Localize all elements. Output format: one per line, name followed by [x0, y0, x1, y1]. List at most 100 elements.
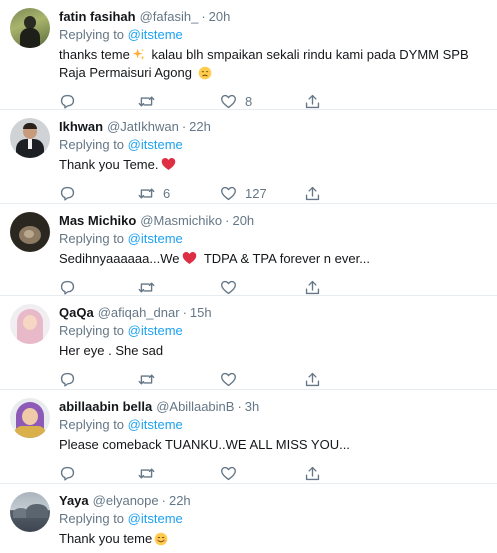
- username[interactable]: @afiqah_dnar: [98, 304, 180, 322]
- reply-button[interactable]: [59, 279, 138, 296]
- replying-label: Replying to: [59, 231, 125, 246]
- avatar[interactable]: [10, 304, 50, 344]
- like-button[interactable]: 8: [220, 93, 304, 110]
- mention-link[interactable]: @itsteme: [128, 417, 183, 432]
- disappointed-face-emoji: [198, 66, 211, 80]
- retweet-button[interactable]: 6: [138, 185, 220, 202]
- display-name[interactable]: abillaabin bella: [59, 398, 152, 416]
- tweet[interactable]: fatin fasihah @fafasih_ · 20h Replying t…: [0, 0, 497, 110]
- like-button[interactable]: [220, 279, 304, 296]
- mention-link[interactable]: @itsteme: [128, 511, 183, 526]
- mention-link[interactable]: @itsteme: [128, 323, 183, 338]
- separator-dot: ·: [201, 9, 206, 24]
- tweet[interactable]: Yaya @elyanope · 22h Replying to @itstem…: [0, 484, 497, 553]
- tweet-text: Thank you Teme.: [59, 156, 485, 174]
- share-icon: [305, 94, 320, 108]
- username[interactable]: @JatIkhwan: [107, 118, 179, 136]
- retweet-icon: [138, 374, 155, 384]
- display-name[interactable]: Mas Michiko: [59, 212, 136, 230]
- display-name[interactable]: Yaya: [59, 492, 89, 510]
- heart-icon: [221, 372, 236, 386]
- replying-to: Replying to @itsteme: [59, 416, 485, 434]
- separator-dot: ·: [161, 493, 166, 508]
- retweet-button[interactable]: [138, 93, 220, 110]
- reply-icon: [60, 466, 75, 481]
- display-name[interactable]: fatin fasihah: [59, 8, 136, 26]
- reply-feed: fatin fasihah @fafasih_ · 20h Replying t…: [0, 0, 497, 553]
- retweet-button[interactable]: [138, 371, 220, 388]
- replying-to: Replying to @itsteme: [59, 136, 485, 154]
- replying-to: Replying to @itsteme: [59, 322, 485, 340]
- timestamp[interactable]: 3h: [245, 398, 259, 416]
- tweet-text-part: Her eye . She sad: [59, 343, 164, 358]
- avatar[interactable]: [10, 118, 50, 158]
- reply-button[interactable]: [59, 465, 138, 482]
- username[interactable]: @elyanope: [93, 492, 159, 510]
- avatar[interactable]: [10, 492, 50, 532]
- replying-label: Replying to: [59, 511, 125, 526]
- username[interactable]: @Masmichiko: [140, 212, 222, 230]
- share-button[interactable]: [304, 371, 321, 388]
- share-button[interactable]: [304, 279, 321, 296]
- reply-button[interactable]: [59, 93, 138, 110]
- replying-label: Replying to: [59, 323, 125, 338]
- sparkles-emoji: [132, 48, 145, 60]
- timestamp[interactable]: 20h: [232, 212, 254, 230]
- replying-to: Replying to @itsteme: [59, 230, 485, 248]
- tweet-text: Please comeback TUANKU..WE ALL MISS YOU.…: [59, 436, 485, 454]
- share-button[interactable]: [304, 185, 321, 202]
- share-button[interactable]: [304, 93, 321, 110]
- replying-to: Replying to @itsteme: [59, 26, 485, 44]
- share-button[interactable]: [304, 465, 321, 482]
- heart-icon: [221, 466, 236, 480]
- retweet-icon: [138, 96, 155, 106]
- tweet[interactable]: Ikhwan @JatIkhwan · 22h Replying to @its…: [0, 110, 497, 204]
- tweet-text: Her eye . She sad: [59, 342, 485, 360]
- heart-icon: [221, 280, 236, 294]
- timestamp[interactable]: 22h: [169, 492, 191, 510]
- reply-button[interactable]: [59, 185, 138, 202]
- share-icon: [305, 466, 320, 480]
- tweet[interactable]: QaQa @afiqah_dnar · 15h Replying to @its…: [0, 296, 497, 390]
- timestamp[interactable]: 15h: [190, 304, 212, 322]
- tweet-text-part: Thank you teme: [59, 531, 153, 546]
- retweet-button[interactable]: [138, 279, 220, 296]
- share-icon: [305, 372, 320, 386]
- mention-link[interactable]: @itsteme: [128, 231, 183, 246]
- reply-icon: [60, 280, 75, 295]
- like-button[interactable]: [220, 465, 304, 482]
- display-name[interactable]: QaQa: [59, 304, 94, 322]
- timestamp[interactable]: 22h: [189, 118, 211, 136]
- reply-icon: [60, 94, 75, 109]
- tweet-text-part: thanks teme: [59, 47, 130, 62]
- reply-icon: [60, 372, 75, 387]
- tweet-text-part: Thank you Teme.: [59, 157, 159, 172]
- retweet-icon: [138, 282, 155, 292]
- tweet[interactable]: abillaabin bella @AbillaabinB · 3h Reply…: [0, 390, 497, 484]
- heart-icon: [221, 186, 236, 200]
- heart-icon: [221, 94, 236, 108]
- share-icon: [305, 280, 320, 294]
- separator-dot: ·: [181, 119, 187, 134]
- tweet[interactable]: Mas Michiko @Masmichiko · 20h Replying t…: [0, 204, 497, 296]
- avatar[interactable]: [10, 8, 50, 48]
- mention-link[interactable]: @itsteme: [128, 137, 183, 152]
- avatar[interactable]: [10, 212, 50, 252]
- red-heart-emoji: [183, 252, 197, 264]
- avatar[interactable]: [10, 398, 50, 438]
- replying-to: Replying to @itsteme: [59, 510, 485, 528]
- timestamp[interactable]: 20h: [209, 8, 231, 26]
- replying-label: Replying to: [59, 27, 125, 42]
- retweet-count: 6: [163, 185, 171, 201]
- like-button[interactable]: [220, 371, 304, 388]
- reply-button[interactable]: [59, 371, 138, 388]
- mention-link[interactable]: @itsteme: [128, 27, 183, 42]
- red-heart-emoji: [162, 158, 176, 170]
- retweet-icon: [138, 188, 155, 198]
- like-button[interactable]: 127: [220, 185, 304, 202]
- username[interactable]: @AbillaabinB: [156, 398, 234, 416]
- retweet-button[interactable]: [138, 465, 220, 482]
- display-name[interactable]: Ikhwan: [59, 118, 103, 136]
- username[interactable]: @fafasih_: [140, 8, 199, 26]
- separator-dot: ·: [237, 399, 242, 414]
